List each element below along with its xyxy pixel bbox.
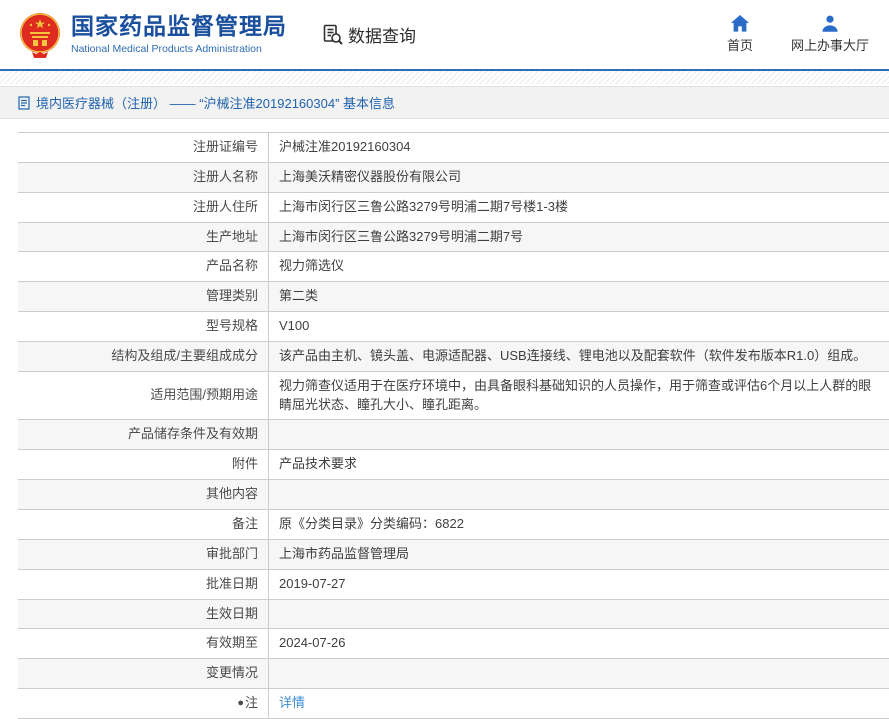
national-emblem-logo [18,10,62,60]
field-value: 视力筛选仪 [279,258,345,274]
field-value: 2019-07-27 [279,575,346,591]
field-label: 型号规格 [205,318,258,334]
field-label: 注 [244,695,258,711]
brand-text: 国家药品监督管理局 National Medical Products Admi… [71,13,287,55]
detail-link[interactable]: 详情 [279,695,305,710]
breadcrumb-text: 境内医疗器械（注册） —— “沪械注准20192160304” 基本信息 [36,96,396,111]
info-table-body: 注册证编号 沪械注准20192160304 注册人名称 上海美沃精密仪器股份有限… [18,132,889,719]
nav-home[interactable]: 首页 [727,15,753,54]
field-label: 备注 [231,515,258,531]
field-label: 注册人名称 [192,168,258,184]
breadcrumb: 境内医疗器械（注册） —— “沪械注准20192160304” 基本信息 [0,86,889,119]
nav-hall-label: 网上办事大厅 [790,38,869,53]
table-row: 变更情况 [18,658,889,690]
field-value: 产品技术要求 [279,456,358,472]
field-value: 上海市药品监督管理局 [279,545,410,561]
field-value: 上海市闵行区三鲁公路3279号明浦二期7号楼1-3楼 [279,198,568,214]
nav-home-label: 首页 [726,38,753,53]
nav-online-hall[interactable]: 网上办事大厅 [791,15,869,54]
field-label: 其他内容 [205,486,258,502]
table-row: 其他内容 [18,479,889,510]
table-row: 生产地址 上海市闵行区三鲁公路3279号明浦二期7号 [18,222,889,253]
field-value: 视力筛查仪适用于在医疗环境中，由具备眼科基础知识的人员操作，用于筛查或评估6个月… [279,377,872,412]
field-label: 生产地址 [205,228,258,244]
registration-info-table: 注册证编号 沪械注准20192160304 注册人名称 上海美沃精密仪器股份有限… [18,132,889,719]
field-value: V100 [279,318,310,334]
field-value: 上海市闵行区三鲁公路3279号明浦二期7号 [279,228,524,244]
field-value: 沪械注准20192160304 [279,139,411,154]
field-value: 上海美沃精密仪器股份有限公司 [279,168,462,184]
field-value: 原《分类目录》分类编码：6822 [279,515,464,531]
table-row: 附件 产品技术要求 [18,449,889,481]
table-row: ●注 详情 [18,688,889,719]
hatched-divider [0,71,889,84]
field-label: 产品储存条件及有效期 [127,426,258,442]
table-row: 管理类别 第二类 [18,281,889,313]
table-row: 有效期至 2024-07-26 [18,628,889,660]
field-label: 产品名称 [205,258,258,274]
document-search-icon [321,23,344,46]
person-icon [821,15,839,32]
table-row: 产品名称 视力筛选仪 [18,251,889,283]
field-label: 结构及组成/主要组成成分 [111,347,258,363]
field-value: 该产品由主机、镜头盖、电源适配器、USB连接线、锂电池以及配套软件（软件发布版本… [279,347,867,363]
field-label: 适用范围/预期用途 [150,387,258,403]
table-row: 适用范围/预期用途 视力筛查仪适用于在医疗环境中，由具备眼科基础知识的人员操作，… [18,371,889,421]
field-label: 附件 [231,456,258,472]
table-row: 审批部门 上海市药品监督管理局 [18,539,889,570]
table-row: 批准日期 2019-07-27 [18,569,889,600]
field-label: 批准日期 [205,575,258,591]
table-row: 生效日期 [18,599,889,630]
main-content: 注册证编号 沪械注准20192160304 注册人名称 上海美沃精密仪器股份有限… [0,132,889,719]
site-header: 国家药品监督管理局 National Medical Products Admi… [0,0,889,71]
data-query-nav[interactable]: 数据查询 [321,22,416,47]
table-row: 注册人住所 上海市闵行区三鲁公路3279号明浦二期7号楼1-3楼 [18,192,889,223]
table-row: 型号规格 V100 [18,311,889,342]
page-icon [18,95,30,110]
field-label: 注册人住所 [192,198,258,214]
table-row: 注册人名称 上海美沃精密仪器股份有限公司 [18,162,889,193]
site-title: 国家药品监督管理局 [71,13,287,40]
top-nav: 首页 网上办事大厅 [727,15,869,54]
table-row: 备注 原《分类目录》分类编码：6822 [18,509,889,540]
site-brand: 国家药品监督管理局 National Medical Products Admi… [18,10,287,60]
home-icon [730,15,750,32]
field-label: 注册证编号 [192,139,258,154]
table-row: 产品储存条件及有效期 [18,419,889,451]
field-label: 生效日期 [205,605,258,621]
data-query-label: 数据查询 [348,27,416,46]
field-value: 2024-07-26 [279,635,346,651]
field-label: 审批部门 [205,545,258,561]
field-label: 管理类别 [205,288,258,304]
table-row: 注册证编号 沪械注准20192160304 [18,132,889,163]
note-bullet-icon: ● [237,697,244,710]
field-label: 有效期至 [205,635,258,651]
site-subtitle: National Medical Products Administration [71,42,262,55]
field-value: 第二类 [279,288,319,304]
table-row: 结构及组成/主要组成成分 该产品由主机、镜头盖、电源适配器、USB连接线、锂电池… [18,341,889,372]
field-label: 变更情况 [205,665,258,681]
